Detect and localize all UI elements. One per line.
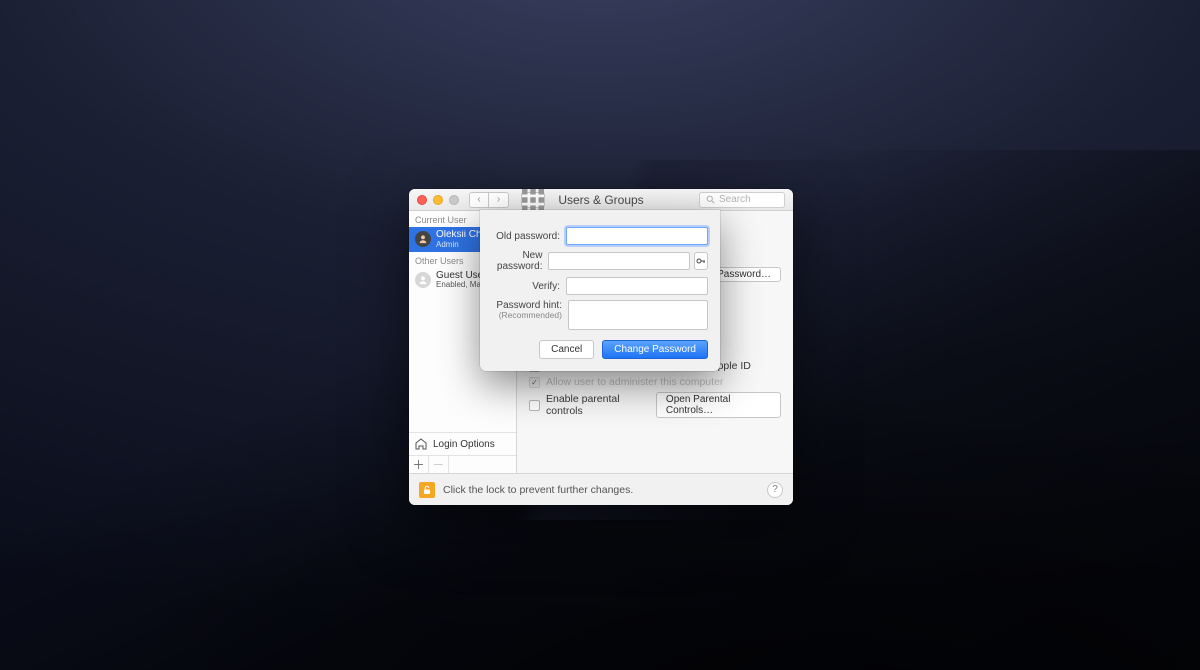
minimize-button[interactable] [433, 195, 443, 205]
traffic-lights [417, 195, 459, 205]
login-options-label: Login Options [433, 439, 495, 450]
avatar [415, 231, 431, 247]
nav-segmented: ‹ › [469, 192, 509, 208]
parental-controls-checkbox[interactable] [529, 400, 540, 411]
cancel-button[interactable]: Cancel [539, 340, 594, 359]
change-password-sheet: Old password: New password: Verify: Pass… [480, 210, 720, 371]
back-button[interactable]: ‹ [469, 192, 489, 208]
lock-button[interactable] [419, 482, 435, 498]
old-password-label: Old password: [492, 231, 566, 242]
remove-user-button: － [429, 456, 449, 473]
person-icon [418, 275, 428, 285]
login-options-button[interactable]: Login Options [409, 432, 516, 455]
person-icon [418, 234, 428, 244]
new-password-label: New password: [492, 250, 548, 272]
house-icon [415, 438, 427, 450]
new-password-input[interactable] [548, 252, 690, 270]
parental-controls-label: Enable parental controls [546, 393, 650, 417]
titlebar: ‹ › Users & Groups Search [409, 189, 793, 211]
grid-icon [522, 189, 544, 211]
lock-hint-text: Click the lock to prevent further change… [443, 484, 633, 496]
key-icon [696, 256, 706, 266]
footer: Click the lock to prevent further change… [409, 473, 793, 505]
allow-admin-label: Allow user to administer this computer [546, 376, 723, 388]
help-button[interactable]: ? [767, 482, 783, 498]
add-user-button[interactable]: ＋ [409, 456, 429, 473]
password-assistant-button[interactable] [694, 252, 708, 270]
verify-password-label: Verify: [492, 281, 566, 292]
password-hint-input[interactable] [568, 300, 708, 330]
allow-admin-checkbox: ✓ [529, 377, 540, 388]
confirm-change-password-button[interactable]: Change Password [602, 340, 708, 359]
search-placeholder: Search [719, 194, 751, 205]
avatar [415, 272, 431, 288]
old-password-input[interactable] [566, 227, 708, 245]
lock-open-icon [422, 485, 432, 495]
show-all-button[interactable] [521, 192, 545, 208]
user-role: Enabled, Mar [436, 281, 487, 289]
search-icon [706, 195, 715, 204]
forward-button[interactable]: › [489, 192, 509, 208]
zoom-button [449, 195, 459, 205]
close-button[interactable] [417, 195, 427, 205]
add-remove-bar: ＋ － [409, 455, 516, 473]
verify-password-input[interactable] [566, 277, 708, 295]
password-hint-label: Password hint: (Recommended) [492, 300, 568, 320]
open-parental-controls-button[interactable]: Open Parental Controls… [656, 392, 781, 418]
search-field[interactable]: Search [699, 192, 785, 208]
